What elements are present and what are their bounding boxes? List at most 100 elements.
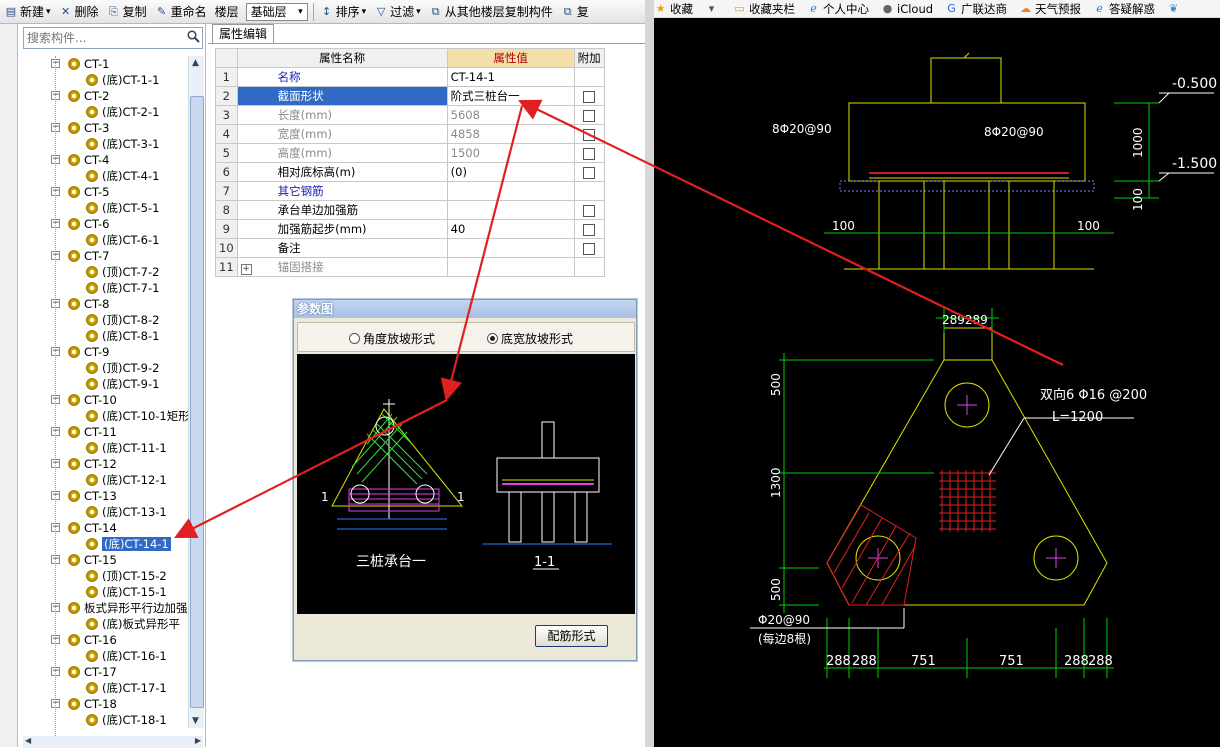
toolbar-a-3[interactable]: ✎ 重命名 [151,1,211,23]
property-row[interactable]: 5 高度(mm) 1500 [215,143,605,163]
bookmark-item[interactable]: ● iCloud [881,2,933,16]
property-value[interactable]: 1500 [446,143,575,163]
property-value[interactable] [446,181,575,201]
radio-width-slope[interactable]: 底宽放坡形式 [487,330,573,347]
property-row[interactable]: 9 加强筋起步(mm) 40 [215,219,605,239]
extra-checkbox[interactable] [583,128,596,141]
scroll-right-icon[interactable]: ▶ [195,736,201,745]
tree-item[interactable]: (底)CT-16-1 [86,648,167,664]
property-value[interactable]: 40 [446,219,575,239]
property-row[interactable]: 4 宽度(mm) 4858 [215,124,605,144]
tree-item[interactable]: − CT-11 [51,424,117,440]
tree-item[interactable]: (顶)CT-8-2 [86,312,159,328]
toolbar-a-0[interactable]: ▤ 新建 ▾ [0,1,55,23]
tree-item[interactable]: (底)CT-14-1 [86,536,171,552]
tree-item[interactable]: (底)CT-4-1 [86,168,159,184]
bookmark-item[interactable]: ☁ 天气预报 [1019,1,1081,17]
tree-item[interactable]: − CT-13 [51,488,117,504]
radio-selected-icon[interactable] [487,333,498,344]
property-value[interactable] [446,257,575,277]
tree-item[interactable]: (底)CT-5-1 [86,200,159,216]
tree-item[interactable]: − CT-15 [51,552,117,568]
tree-item[interactable]: − CT-2 [51,88,109,104]
tree-item[interactable]: − CT-16 [51,632,117,648]
tree-item[interactable]: (底)CT-3-1 [86,136,159,152]
bookmark-item[interactable]: ★ 收藏 [654,1,693,17]
tree-item[interactable]: − CT-9 [51,344,109,360]
bookmark-item[interactable]: ❦ [1167,2,1183,15]
tree-item[interactable]: (顶)CT-7-2 [86,264,159,280]
extra-checkbox[interactable] [583,90,596,103]
floor-select[interactable]: 基础层 ▾ [245,2,308,21]
tree-item[interactable]: − CT-14 [51,520,117,536]
pane-divider[interactable] [645,0,654,747]
extra-checkbox[interactable] [583,242,596,255]
property-row[interactable]: 6 相对底标高(m) (0) [215,162,605,182]
property-row[interactable]: 8 承台单边加强筋 [215,200,605,220]
tree-item[interactable]: − CT-5 [51,184,109,200]
tree-item[interactable]: − CT-12 [51,456,117,472]
tree-item[interactable]: − 板式异形平行边加强 [51,600,188,616]
tree-item[interactable]: (底)CT-13-1 [86,504,167,520]
toolbar-a-4[interactable]: 楼层 [211,1,243,23]
scroll-up-icon[interactable]: ▲ [192,58,199,68]
bookmark-item[interactable]: ℯ 答疑解惑 [1093,1,1155,17]
tree-item[interactable]: − CT-10 [51,392,117,408]
tree-item[interactable]: (底)CT-15-1 [86,584,167,600]
tree-item[interactable]: − CT-3 [51,120,109,136]
property-value[interactable]: CT-14-1 [446,67,575,87]
bookmark-item[interactable]: G 广联达商 [945,1,1007,17]
extra-checkbox[interactable] [583,147,596,160]
bookmark-item[interactable]: ▭ 收藏夹栏 [733,1,795,17]
tree-item[interactable]: (底)CT-1-1 [86,72,159,88]
property-value[interactable] [446,238,575,258]
tree-item[interactable]: − CT-8 [51,296,109,312]
extra-checkbox[interactable] [583,204,596,217]
extra-checkbox[interactable] [583,223,596,236]
scroll-left-icon[interactable]: ◀ [25,736,31,745]
radio-icon[interactable] [349,333,360,344]
tree-item[interactable]: − CT-4 [51,152,109,168]
tree-item[interactable]: (底)CT-17-1 [86,680,167,696]
tree-item[interactable]: − CT-7 [51,248,109,264]
tab-property-edit[interactable]: 属性编辑 [212,24,274,43]
tree-item[interactable]: − CT-17 [51,664,117,680]
tree-item[interactable]: (底)CT-18-1 [86,712,167,728]
property-row[interactable]: 3 长度(mm) 5608 [215,105,605,125]
tree-item[interactable]: (底)CT-11-1 [86,440,167,456]
tree-item[interactable]: (底)板式异形平 [86,616,180,632]
tree-scrollbar[interactable]: ▲ ▼ [188,56,204,728]
tree-item[interactable]: (底)CT-7-1 [86,280,159,296]
toolbar-b-2[interactable]: ⧉ 从其他楼层复制构件 [425,1,557,23]
tree-item[interactable]: − CT-18 [51,696,117,712]
bookmark-item[interactable]: ▾ [705,2,721,15]
search-input[interactable] [24,31,184,45]
tree-item[interactable]: (底)CT-8-1 [86,328,159,344]
tree-scrollbar-thumb[interactable] [190,96,204,708]
scroll-down-icon[interactable]: ▼ [192,716,199,726]
property-row[interactable]: 2 截面形状 阶式三桩台一 [215,86,605,106]
extra-checkbox[interactable] [583,109,596,122]
property-row[interactable]: 10 备注 [215,238,605,258]
tree-item[interactable]: (底)CT-9-1 [86,376,159,392]
tree-item[interactable]: (顶)CT-9-2 [86,360,159,376]
toolbar-a-1[interactable]: ✕ 删除 [55,1,103,23]
property-row[interactable]: 7 其它钢筋 [215,181,605,201]
tree-item[interactable]: − CT-6 [51,216,109,232]
property-value[interactable] [446,200,575,220]
tree-item[interactable]: (底)CT-6-1 [86,232,159,248]
rebar-form-button[interactable]: 配筋形式 [535,625,608,647]
property-value[interactable]: 4858 [446,124,575,144]
tree-item[interactable]: (底)CT-2-1 [86,104,159,120]
bookmark-item[interactable]: ℯ 个人中心 [807,1,869,17]
property-value[interactable]: (0) [446,162,575,182]
property-value[interactable]: 阶式三桩台一 [446,86,575,106]
toolbar-b-1[interactable]: ▽ 过滤 ▾ [370,1,425,23]
toolbar-a-2[interactable]: ⎘ 复制 [103,1,151,23]
toolbar-b-0[interactable]: ↕ 排序 ▾ [316,1,371,23]
tree-item[interactable]: (顶)CT-15-2 [86,568,167,584]
extra-checkbox[interactable] [583,166,596,179]
property-row[interactable]: 11 + 锚固搭接 [215,257,605,277]
tree-item[interactable]: − CT-1 [51,56,109,72]
tree-horizontal-scrollbar[interactable]: ◀ ▶ [23,736,203,748]
